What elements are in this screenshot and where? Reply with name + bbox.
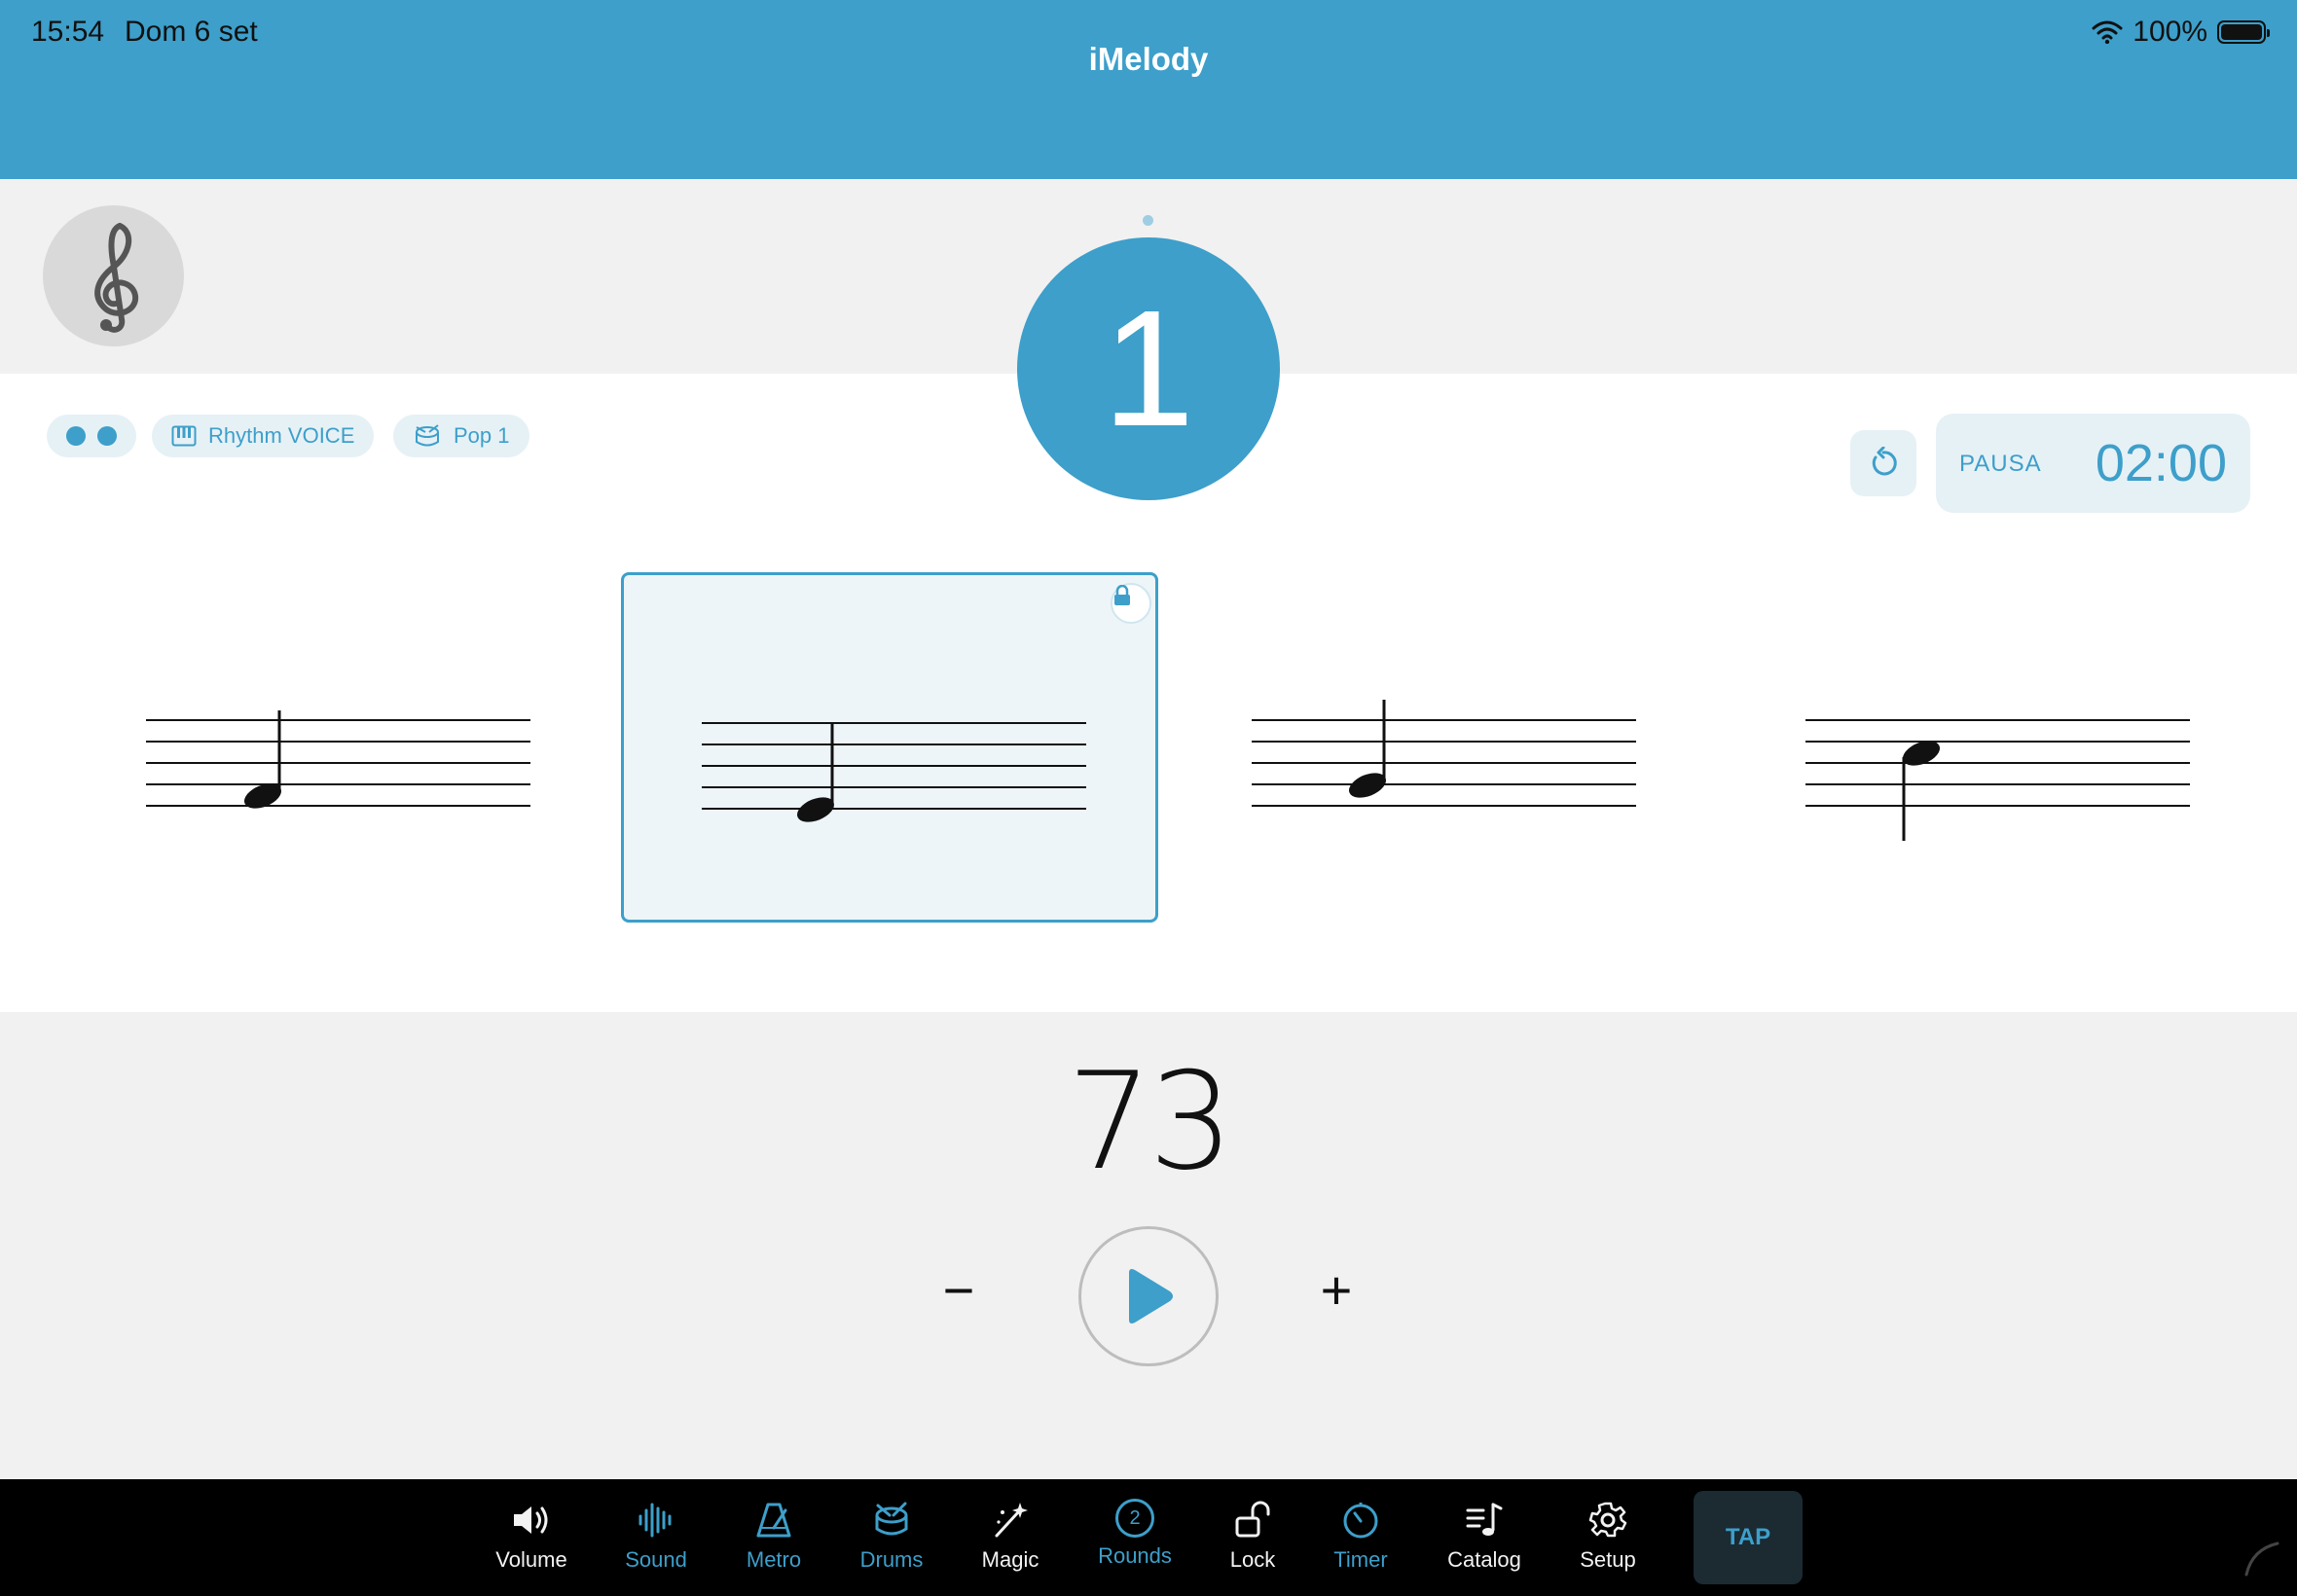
timer-label: PAUSA <box>1959 451 2042 477</box>
instrument-label: Rhythm VOICE <box>208 423 355 448</box>
instrument-chip[interactable]: Rhythm VOICE <box>152 415 375 457</box>
toolbar-label: Magic <box>981 1547 1039 1572</box>
toolbar-label: Drums <box>859 1547 924 1572</box>
staff <box>146 710 530 809</box>
toolbar-label: Rounds <box>1098 1543 1172 1568</box>
app-title: iMelody <box>1088 41 1209 77</box>
waveform-icon <box>638 1503 672 1538</box>
speaker-icon <box>514 1506 548 1534</box>
toolbar-lock[interactable]: Lock <box>1199 1499 1306 1586</box>
toolbar-label: Volume <box>495 1547 567 1572</box>
tempo-bpm[interactable]: 73 <box>0 1043 2297 1200</box>
decrease-tempo-button[interactable]: − <box>934 1259 983 1321</box>
treble-clef-icon <box>93 222 138 333</box>
toolbar-sound[interactable]: Sound <box>602 1499 710 1586</box>
toolbar-label: Sound <box>625 1547 687 1572</box>
unlock-icon <box>1235 1501 1270 1538</box>
timer-value: 02:00 <box>2095 434 2227 492</box>
toolbar-label: Timer <box>1333 1547 1388 1572</box>
play-icon <box>1129 1269 1173 1324</box>
gear-icon <box>1588 1502 1627 1538</box>
measure-2[interactable] <box>621 572 1158 923</box>
staff <box>702 722 1086 822</box>
music-list-icon <box>1466 1503 1503 1536</box>
staff <box>1805 719 2190 841</box>
dot-icon <box>97 426 117 446</box>
drum-icon <box>875 1502 908 1536</box>
beat-counter: 1 <box>1017 237 1280 500</box>
toolbar-drums[interactable]: Drums <box>838 1499 945 1586</box>
beat-indicator-dot <box>1143 215 1153 226</box>
staff-lines <box>1252 719 1636 807</box>
toolbar-label: Catalog <box>1447 1547 1521 1572</box>
staff-lines <box>702 722 1086 810</box>
staff-lines <box>146 719 530 807</box>
dot-icon <box>66 426 86 446</box>
play-button[interactable] <box>1078 1226 1219 1366</box>
app-header: 15:54 Dom 6 set 100% iMelody <box>0 0 2297 179</box>
reset-timer-button[interactable] <box>1850 430 1916 496</box>
reset-icon <box>1872 447 1897 476</box>
toolbar-magic[interactable]: Magic <box>957 1499 1064 1586</box>
toolbar-timer[interactable]: Timer <box>1307 1499 1414 1586</box>
piano-icon <box>171 425 197 447</box>
pause-timer[interactable]: PAUSA 02:00 <box>1936 414 2250 513</box>
toolbar-setup[interactable]: Setup <box>1554 1499 1661 1586</box>
toolbar-label: Setup <box>1580 1547 1636 1572</box>
measure-1[interactable] <box>136 572 674 923</box>
rounds-count: 2 <box>1129 1506 1141 1529</box>
toolbar-volume[interactable]: Volume <box>478 1499 585 1586</box>
timer-icon <box>1343 1503 1378 1539</box>
increase-tempo-button[interactable]: + <box>1312 1259 1361 1321</box>
toolbar-rounds[interactable]: 2 Rounds <box>1081 1499 1188 1586</box>
staff-lines <box>1805 719 2190 807</box>
clef-button[interactable] <box>43 205 184 346</box>
toolbar-label: Lock <box>1229 1547 1276 1572</box>
drum-icon <box>416 424 439 447</box>
drums-chip[interactable]: Pop 1 <box>393 415 529 457</box>
toolbar-label: Metro <box>746 1547 802 1572</box>
beat-dots-chip[interactable] <box>47 415 136 457</box>
toolbar-metro[interactable]: Metro <box>720 1499 827 1586</box>
tap-tempo-button[interactable]: TAP <box>1694 1491 1803 1584</box>
toolbar-catalog[interactable]: Catalog <box>1431 1499 1538 1586</box>
metronome-icon <box>756 1503 791 1538</box>
measure-3[interactable] <box>1236 572 1773 923</box>
measure-4[interactable] <box>1789 572 2297 923</box>
rounds-counter-icon: 2 <box>1115 1499 1154 1538</box>
home-indicator-corner <box>2244 1542 2279 1577</box>
staff <box>1252 700 1636 807</box>
lock-icon <box>1114 585 1130 605</box>
lock-badge[interactable] <box>1111 583 1151 624</box>
drums-label: Pop 1 <box>454 423 510 448</box>
magic-wand-icon <box>995 1503 1028 1538</box>
